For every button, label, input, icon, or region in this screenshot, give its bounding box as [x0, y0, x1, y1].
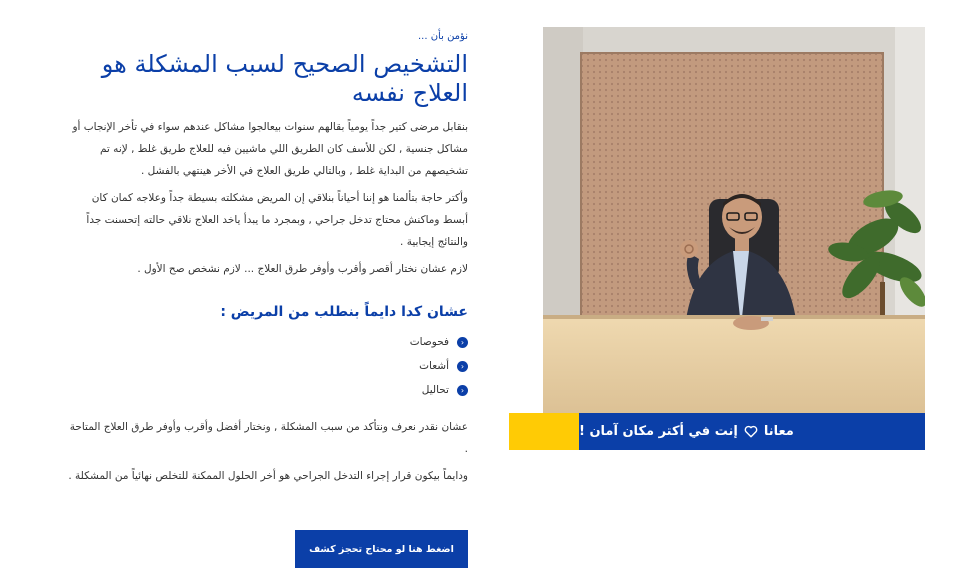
- list-item-label: أشعات: [419, 360, 449, 372]
- paragraph-4: عشان نقدر نعرف ونتأكد من سبب المشكلة , و…: [69, 421, 468, 455]
- requirements-heading: عشان كدا دايماً بنطلب من المريض :: [220, 304, 468, 320]
- safety-banner: معانا إنت في أكتر مكان آمان !: [579, 413, 925, 450]
- list-item-label: فحوصات: [409, 336, 449, 348]
- heart-outline-icon: [744, 425, 758, 438]
- eyebrow-text: نؤمن بأن ...: [418, 31, 468, 42]
- list-item: ‹ أشعات: [66, 354, 468, 378]
- page-headline: التشخيص الصحيح لسبب المشكلة هو العلاج نف…: [101, 50, 468, 107]
- banner-strong: معانا: [763, 424, 794, 439]
- list-item: ‹ تحاليل: [66, 378, 468, 402]
- paragraph-2: وأكتر حاجة بتألمنا هو إننا أحياناً بنلاق…: [86, 192, 468, 248]
- banner-message: إنت في أكتر مكان آمان !: [579, 424, 738, 439]
- chevron-circle-right-icon: ‹: [457, 336, 468, 348]
- chevron-circle-right-icon: ‹: [457, 360, 468, 372]
- doctor-photo: [543, 27, 925, 413]
- paragraph-5: ودايماً بيكون قرار إجراء التدخل الجراحي …: [68, 470, 468, 482]
- intro-section: نؤمن بأن ... التشخيص الصحيح لسبب المشكلة…: [66, 30, 468, 487]
- paragraph-1: بنقابل مرضى كتير جداً يومياً بقالهم سنوا…: [72, 121, 468, 177]
- paragraph-3: لازم عشان نختار أقصر وأقرب وأوفر طرق الع…: [137, 263, 468, 275]
- list-item-label: تحاليل: [421, 384, 449, 396]
- requirements-list: ‹ فحوصات ‹ أشعات ‹ تحاليل: [66, 330, 468, 402]
- list-item: ‹ فحوصات: [66, 330, 468, 354]
- book-appointment-button[interactable]: اضغط هنا لو محتاج تحجز كشف: [295, 530, 468, 568]
- banner-accent: [509, 413, 579, 450]
- chevron-circle-right-icon: ‹: [457, 384, 468, 396]
